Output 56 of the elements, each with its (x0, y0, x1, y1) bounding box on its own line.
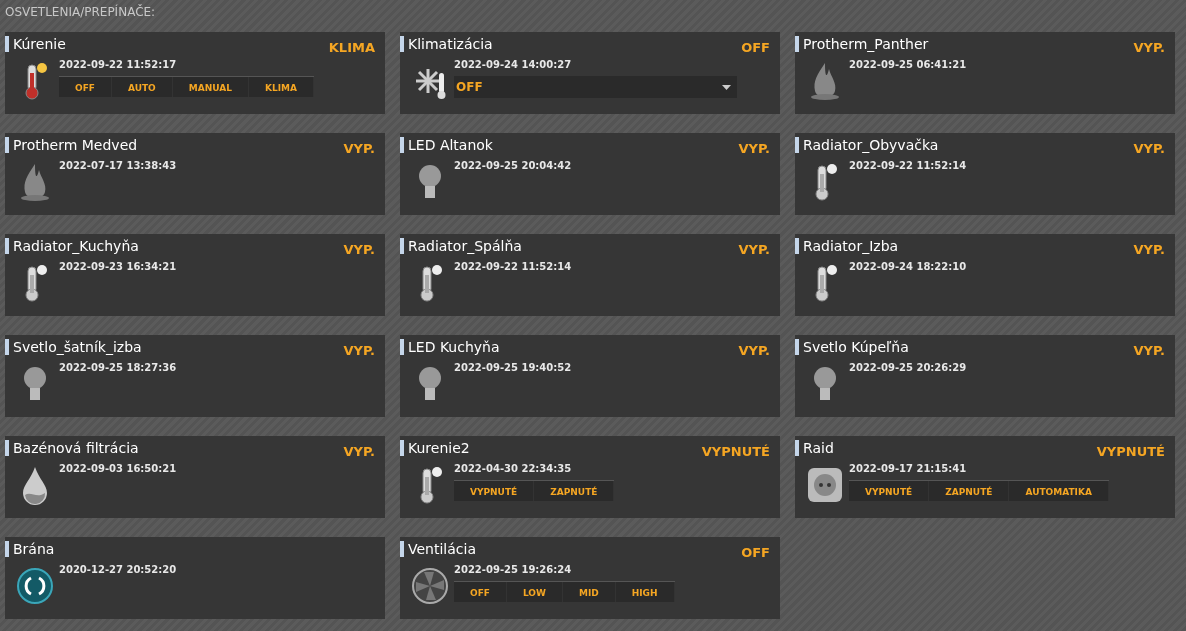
device-status: VYP. (343, 443, 375, 459)
timestamp: 2022-09-23 16:34:21 (59, 261, 177, 273)
device-name: Raid (803, 440, 835, 456)
timestamp: 2022-09-25 19:40:52 (454, 362, 572, 374)
fan-icon (412, 566, 448, 606)
timestamp: 2022-09-24 14:00:27 (454, 59, 573, 71)
device-status: OFF (741, 39, 770, 55)
device-status: VYP. (343, 241, 375, 257)
device-name: Radiator_Spálňa (408, 238, 523, 254)
timestamp: 2022-09-25 20:26:29 (849, 362, 967, 374)
power-socket-icon (807, 465, 843, 505)
device-name: Radiator_Obyvačka (803, 137, 940, 153)
device-name: Bazénová filtrácia (13, 440, 140, 456)
section-heading: OSVETLENIA/PREPÍNAČE: (5, 5, 157, 21)
gate-icon (17, 566, 53, 606)
device-status: VYP. (343, 140, 375, 156)
timestamp: 2022-04-30 22:34:35 (454, 463, 573, 475)
device-status: VYPNUTÉ (701, 443, 770, 459)
device-name: Protherm_Panther (803, 36, 930, 52)
device-status: VYP. (738, 241, 770, 257)
timestamp: 2022-09-22 11:52:17 (59, 59, 178, 71)
timestamp: 2022-09-22 11:52:14 (454, 261, 572, 273)
device-status: VYPNUTÉ (1096, 443, 1165, 459)
timestamp: 2022-09-03 16:50:21 (59, 463, 177, 475)
caret-icon (722, 84, 731, 90)
device-status: VYP. (738, 342, 770, 358)
mode-dropdown[interactable]: OFF (454, 76, 737, 98)
device-status: VYP. (1133, 39, 1165, 55)
device-status: VYP. (1133, 241, 1165, 257)
device-name: LED Kuchyňa (408, 339, 501, 355)
device-name: Protherm Medved (13, 137, 139, 153)
device-status: OFF (741, 544, 770, 560)
device-name: Radiator_Izba (803, 238, 900, 254)
timestamp: 2022-09-24 18:22:10 (849, 261, 967, 273)
timestamp: 2022-09-25 06:41:21 (849, 59, 967, 71)
device-status: VYP. (343, 342, 375, 358)
device-status: KLIMA (328, 39, 375, 55)
device-name: Radiator_Kuchyňa (13, 238, 140, 254)
timestamp: 2022-07-17 13:38:43 (59, 160, 177, 172)
timestamp: 2022-09-25 19:26:24 (454, 564, 573, 576)
timestamp: 2022-09-22 11:52:14 (849, 160, 967, 172)
device-name: Brána (13, 541, 56, 557)
device-name: LED Altanok (408, 137, 494, 153)
device-name: Svetlo_šatník_izba (13, 339, 143, 355)
device-status: VYP. (1133, 342, 1165, 358)
device-name: Kurenie2 (408, 440, 471, 456)
device-name: Klimatizácia (408, 36, 494, 52)
timestamp: 2022-09-25 20:04:42 (454, 160, 572, 172)
timestamp: 2020-12-27 20:52:20 (59, 564, 177, 576)
timestamp: 2022-09-25 18:27:36 (59, 362, 177, 374)
device-name: Ventilácia (408, 541, 477, 557)
device-name: Svetlo Kúpeľňa (803, 339, 910, 355)
device-status: VYP. (1133, 140, 1165, 156)
timestamp: 2022-09-17 21:15:41 (849, 463, 968, 475)
device-status: VYP. (738, 140, 770, 156)
device-name: Kúrenie (13, 36, 67, 52)
